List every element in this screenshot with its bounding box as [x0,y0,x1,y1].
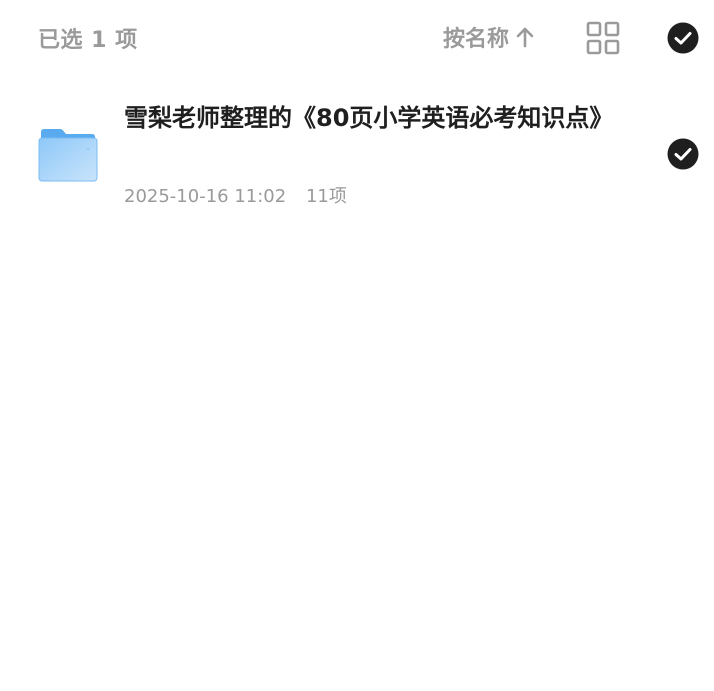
file-date: 2025-10-16 11:02 [124,186,287,207]
select-all-check-icon[interactable] [667,22,699,54]
file-selection-screen: 已选 1 项 按名称 雪梨老师整理的《80页小学英语必考知识点》 2025-10… [0,0,714,691]
selected-count-label: 已选 1 项 [38,28,138,53]
file-list-item[interactable]: 雪梨老师整理的《80页小学英语必考知识点》 2025-10-16 11:02 1… [0,92,714,222]
selection-header: 已选 1 项 按名称 [0,0,714,76]
sort-by-name-button[interactable]: 按名称 [443,20,535,54]
file-meta: 2025-10-16 11:02 11项 [124,182,347,208]
arrow-up-icon [515,26,535,48]
item-check-icon[interactable] [667,138,699,170]
grid-view-icon[interactable] [586,21,620,55]
file-item-count: 11项 [305,186,347,207]
sort-label: 按名称 [443,27,510,52]
folder-icon [38,128,98,182]
file-name: 雪梨老师整理的《80页小学英语必考知识点》 [124,104,614,132]
